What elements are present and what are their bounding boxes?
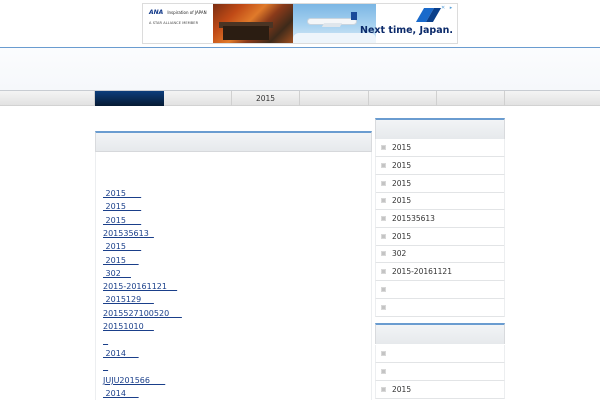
sidebar-item[interactable]: 2015	[375, 175, 505, 193]
main-nav: 2015	[0, 90, 600, 106]
sidebar-item[interactable]	[375, 363, 505, 381]
sidebar-item[interactable]	[375, 281, 505, 299]
post-link[interactable]: 2015	[103, 256, 139, 266]
bullet-icon	[381, 216, 386, 221]
bullet-icon	[381, 351, 386, 356]
bullet-icon	[381, 369, 386, 374]
nav-item-2015[interactable]: 2015	[232, 91, 300, 106]
sidebar-header	[375, 118, 505, 139]
bullet-icon	[381, 145, 386, 150]
sidebar-item[interactable]: 2015	[375, 139, 505, 157]
post-link[interactable]: 2015129	[103, 295, 154, 305]
sidebar-item[interactable]: 2015	[375, 157, 505, 175]
post-link[interactable]: 2015-20161121	[103, 282, 177, 292]
post-link[interactable]: 20151010	[103, 322, 154, 332]
sidebar-item[interactable]: 2015	[375, 381, 505, 399]
post-link[interactable]: 2015	[103, 189, 141, 199]
main-section-header	[95, 131, 372, 152]
ad-brand-panel: ANA Inspiration of JAPAN A STAR ALLIANCE …	[143, 4, 213, 43]
post-link[interactable]	[103, 336, 108, 346]
post-link[interactable]: 2014	[103, 389, 139, 399]
adchoices-icon[interactable]: ▸	[447, 5, 455, 11]
ad-airplane-image	[293, 4, 376, 43]
bullet-icon	[381, 234, 386, 239]
bullet-icon	[381, 287, 386, 292]
ana-logo: ANA Inspiration of JAPAN	[149, 9, 207, 16]
post-link[interactable]: 302	[103, 269, 131, 279]
sidebar-item[interactable]: 201535613	[375, 210, 505, 228]
bullet-icon	[381, 305, 386, 310]
post-link[interactable]: 2015	[103, 242, 141, 252]
post-link[interactable]: 2014	[103, 349, 139, 359]
bullet-icon	[381, 163, 386, 168]
bullet-icon	[381, 251, 386, 256]
sidebar-item[interactable]: 2015	[375, 192, 505, 210]
nav-spacer	[0, 91, 95, 106]
star-alliance-text: A STAR ALLIANCE MEMBER	[149, 21, 199, 25]
nav-item-4[interactable]	[300, 91, 369, 106]
post-link[interactable]: 2015	[103, 216, 141, 226]
site-header	[0, 48, 600, 90]
nav-item-5[interactable]	[369, 91, 437, 106]
nav-item-6[interactable]	[437, 91, 505, 106]
nav-item-home[interactable]	[95, 91, 164, 106]
post-link[interactable]: 201535613	[103, 229, 154, 239]
bullet-icon	[381, 181, 386, 186]
post-link[interactable]	[103, 362, 108, 372]
post-link[interactable]: JUJU201566	[103, 376, 165, 386]
post-link[interactable]: 2015527100520	[103, 309, 182, 319]
sidebar-item[interactable]: 2015-20161121	[375, 263, 505, 281]
ad-headline: Next time, Japan.	[360, 25, 453, 36]
nav-item-2[interactable]	[164, 91, 232, 106]
bullet-icon	[381, 387, 386, 392]
ad-banner[interactable]: ANA Inspiration of JAPAN A STAR ALLIANCE …	[142, 3, 458, 44]
sidebar-item[interactable]	[375, 345, 505, 363]
ad-autumn-image	[213, 4, 293, 43]
bullet-icon	[381, 198, 386, 203]
sidebar-item[interactable]	[375, 299, 505, 317]
sidebar-item[interactable]: 302	[375, 245, 505, 263]
post-link[interactable]: 2015	[103, 202, 141, 212]
sidebar-header	[375, 323, 505, 344]
sidebar-item[interactable]: 2015	[375, 228, 505, 246]
bullet-icon	[381, 269, 386, 274]
